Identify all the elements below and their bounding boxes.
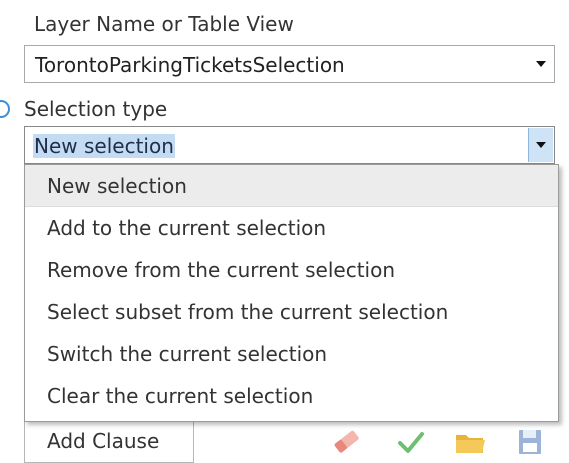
layer-name-label: Layer Name or Table View xyxy=(34,12,294,36)
option-remove-from-current-selection[interactable]: Remove from the current selection xyxy=(25,249,558,291)
option-clear-current-selection[interactable]: Clear the current selection xyxy=(25,375,558,417)
selection-type-dropdown[interactable]: New selection xyxy=(24,126,555,164)
folder-icon[interactable] xyxy=(453,425,487,459)
option-switch-current-selection[interactable]: Switch the current selection xyxy=(25,333,558,375)
check-icon[interactable] xyxy=(394,425,428,459)
option-select-subset[interactable]: Select subset from the current selection xyxy=(25,291,558,333)
chevron-down-icon[interactable] xyxy=(528,128,553,162)
eraser-icon[interactable] xyxy=(330,425,364,459)
option-new-selection[interactable]: New selection xyxy=(25,165,558,207)
selection-type-label: Selection type xyxy=(24,97,168,121)
chevron-down-icon[interactable] xyxy=(529,47,553,81)
layer-name-dropdown[interactable]: TorontoParkingTicketsSelection xyxy=(24,45,555,83)
info-icon[interactable] xyxy=(0,100,10,118)
layer-name-value: TorontoParkingTicketsSelection xyxy=(35,53,345,77)
save-icon[interactable] xyxy=(513,425,547,459)
selection-type-value[interactable]: New selection xyxy=(33,134,175,158)
add-clause-button[interactable]: Add Clause xyxy=(24,419,194,463)
selection-type-options-list: New selection Add to the current selecti… xyxy=(24,164,559,422)
option-add-to-current-selection[interactable]: Add to the current selection xyxy=(25,207,558,249)
